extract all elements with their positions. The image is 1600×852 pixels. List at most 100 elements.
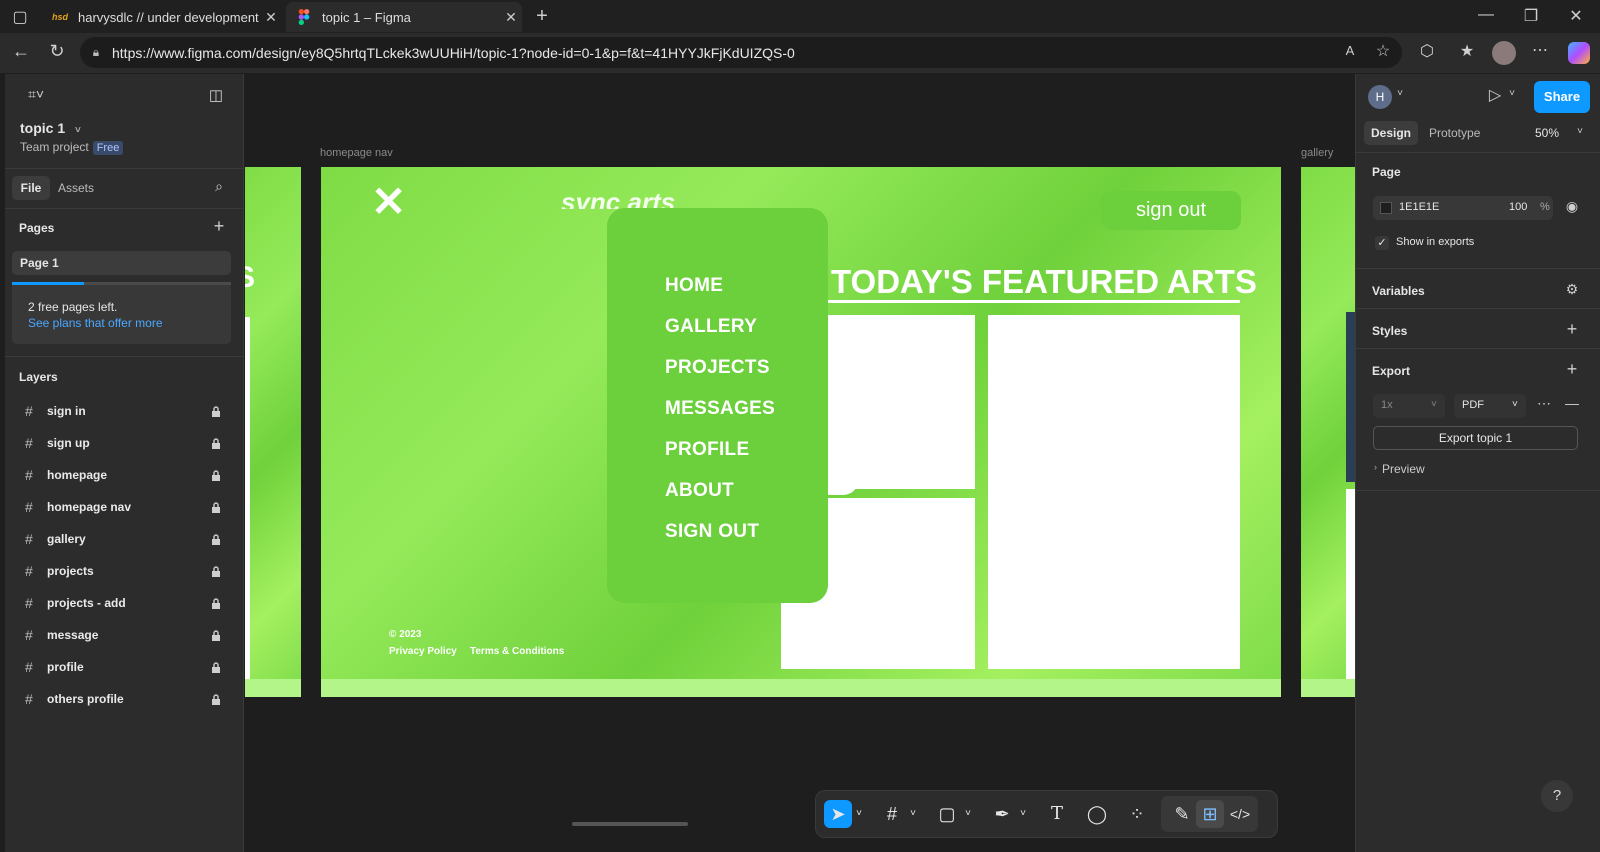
preview-toggle[interactable]: Preview	[1382, 462, 1425, 476]
chevron-down-icon[interactable]: ˅	[1016, 800, 1030, 828]
frame-homepage-partial[interactable]: S	[245, 167, 301, 697]
lock-icon[interactable]	[211, 630, 225, 641]
canvas[interactable]: S homepage nav sync arts sign out TODAY'…	[245, 74, 1355, 852]
export-button[interactable]: Export topic 1	[1373, 426, 1578, 450]
nav-menu-item[interactable]: SIGN OUT	[665, 521, 759, 543]
layer-item[interactable]: # sign in	[25, 399, 225, 423]
frame-tool-icon[interactable]: #	[878, 800, 906, 828]
figma-menu-icon[interactable]: ⌗˅	[21, 86, 51, 103]
page-item[interactable]: Page 1	[12, 251, 231, 275]
layer-item[interactable]: # message	[25, 623, 225, 647]
page-color-field[interactable]: 1E1E1E 100 %	[1373, 196, 1553, 220]
tab-assets[interactable]: Assets	[58, 181, 94, 195]
chevron-down-icon[interactable]: ˅	[961, 800, 975, 828]
lock-icon[interactable]	[211, 470, 225, 481]
draw-mode-icon[interactable]: ✎	[1168, 800, 1196, 828]
chevron-down-icon[interactable]: ˅	[906, 800, 920, 828]
nav-menu-item[interactable]: PROFILE	[665, 439, 749, 461]
nav-menu-item[interactable]: MESSAGES	[665, 398, 775, 420]
terms-link[interactable]: Terms & Conditions	[470, 646, 564, 657]
page-color-hex[interactable]: 1E1E1E	[1399, 201, 1439, 213]
more-icon[interactable]: ⋯	[1530, 40, 1550, 60]
show-in-exports-checkbox[interactable]: ✓	[1375, 236, 1389, 250]
tab-design[interactable]: Design	[1364, 121, 1418, 145]
horizontal-scrollbar[interactable]	[572, 822, 688, 826]
comment-tool-icon[interactable]: ◯	[1083, 800, 1111, 828]
restore-icon[interactable]: ❐	[1521, 6, 1541, 26]
visibility-eye-icon[interactable]: ◉	[1562, 198, 1582, 215]
design-mode-icon[interactable]: ⊞	[1196, 800, 1224, 828]
tab-file[interactable]: File	[12, 176, 50, 200]
search-icon[interactable]: ⌕	[209, 178, 229, 195]
close-window-icon[interactable]: ✕	[1566, 6, 1586, 26]
lock-icon[interactable]	[211, 406, 225, 417]
help-button[interactable]: ?	[1541, 780, 1573, 812]
page-opacity[interactable]: 100	[1509, 201, 1527, 213]
nav-menu-item[interactable]: GALLERY	[665, 316, 757, 338]
favorite-star-icon[interactable]: ☆	[1373, 41, 1393, 61]
privacy-link[interactable]: Privacy Policy	[389, 646, 457, 657]
add-export-icon[interactable]: +	[1562, 359, 1582, 380]
user-avatar[interactable]: H	[1368, 85, 1392, 109]
move-tool-icon[interactable]: ➤	[824, 800, 852, 828]
share-button[interactable]: Share	[1534, 81, 1590, 113]
browser-tab-harvysdlc[interactable]: hsd harvysdlc // under development ✕	[42, 2, 282, 32]
export-settings-icon[interactable]: ⋯	[1534, 395, 1554, 412]
pen-tool-icon[interactable]: ✒	[988, 800, 1016, 828]
lock-icon[interactable]	[211, 662, 225, 673]
add-style-icon[interactable]: +	[1562, 319, 1582, 340]
chevron-down-icon[interactable]: ˅	[852, 800, 866, 828]
layer-item[interactable]: # homepage nav	[25, 495, 225, 519]
export-scale-select[interactable]: 1x ˅	[1373, 394, 1445, 418]
site-info-icon[interactable]: 🔒︎	[80, 45, 112, 60]
lock-icon[interactable]	[211, 598, 225, 609]
lock-icon[interactable]	[211, 502, 225, 513]
layer-item[interactable]: # projects	[25, 559, 225, 583]
new-tab-icon[interactable]: +	[532, 5, 552, 28]
plans-link[interactable]: See plans that offer more	[28, 316, 163, 330]
tab-actions-icon[interactable]: ▢	[10, 7, 30, 27]
dev-mode-icon[interactable]: </>	[1226, 800, 1254, 828]
chevron-down-icon[interactable]: ˅	[1506, 88, 1518, 99]
chevron-right-icon[interactable]: ›	[1374, 462, 1377, 472]
export-format-select[interactable]: PDF ˅	[1454, 394, 1526, 418]
sidebar-toggle-icon[interactable]: ◫	[205, 86, 227, 104]
layer-item[interactable]: # profile	[25, 655, 225, 679]
extensions-icon[interactable]: ⬡	[1417, 41, 1437, 61]
file-name[interactable]: topic 1 ˅	[20, 120, 81, 136]
color-swatch[interactable]	[1380, 202, 1392, 214]
frame-gallery-partial[interactable]	[1301, 167, 1355, 697]
actions-icon[interactable]: ⁘	[1123, 800, 1151, 828]
zoom-level[interactable]: 50%	[1535, 126, 1559, 140]
favorites-icon[interactable]: ★	[1457, 41, 1477, 61]
chevron-down-icon[interactable]: ˅	[1394, 88, 1406, 99]
remove-export-icon[interactable]: —	[1562, 395, 1582, 411]
layer-item[interactable]: # sign up	[25, 431, 225, 455]
browser-tab-figma[interactable]: topic 1 – Figma ✕	[286, 2, 522, 32]
lock-icon[interactable]	[211, 534, 225, 545]
text-tool-icon[interactable]: T	[1043, 800, 1071, 828]
close-tab-icon[interactable]: ✕	[260, 9, 282, 26]
minimize-icon[interactable]: —	[1476, 6, 1496, 24]
lock-icon[interactable]	[211, 694, 225, 705]
close-tab-icon[interactable]: ✕	[500, 9, 522, 26]
nav-menu-item[interactable]: PROJECTS	[665, 357, 770, 379]
profile-avatar[interactable]	[1492, 41, 1516, 65]
read-aloud-icon[interactable]: A	[1340, 43, 1360, 58]
frame-label[interactable]: gallery	[1301, 147, 1333, 159]
add-page-icon[interactable]: +	[209, 216, 229, 237]
layer-item[interactable]: # homepage	[25, 463, 225, 487]
featured-art-slot[interactable]	[988, 315, 1240, 669]
tab-prototype[interactable]: Prototype	[1429, 126, 1480, 140]
back-icon[interactable]: ←	[10, 41, 32, 62]
frame-label[interactable]: homepage nav	[320, 147, 393, 159]
close-menu-icon[interactable]: ✕	[371, 181, 406, 223]
layer-item[interactable]: # gallery	[25, 527, 225, 551]
url-field[interactable]: 🔒︎ https://www.figma.com/design/ey8Q5hrt…	[80, 37, 1402, 68]
nav-menu-item[interactable]: HOME	[665, 275, 723, 297]
rectangle-tool-icon[interactable]: ▢	[933, 800, 961, 828]
variables-settings-icon[interactable]: ⚙	[1562, 281, 1582, 298]
lock-icon[interactable]	[211, 438, 225, 449]
layer-item[interactable]: # projects - add	[25, 591, 225, 615]
present-icon[interactable]: ▷	[1484, 85, 1506, 105]
